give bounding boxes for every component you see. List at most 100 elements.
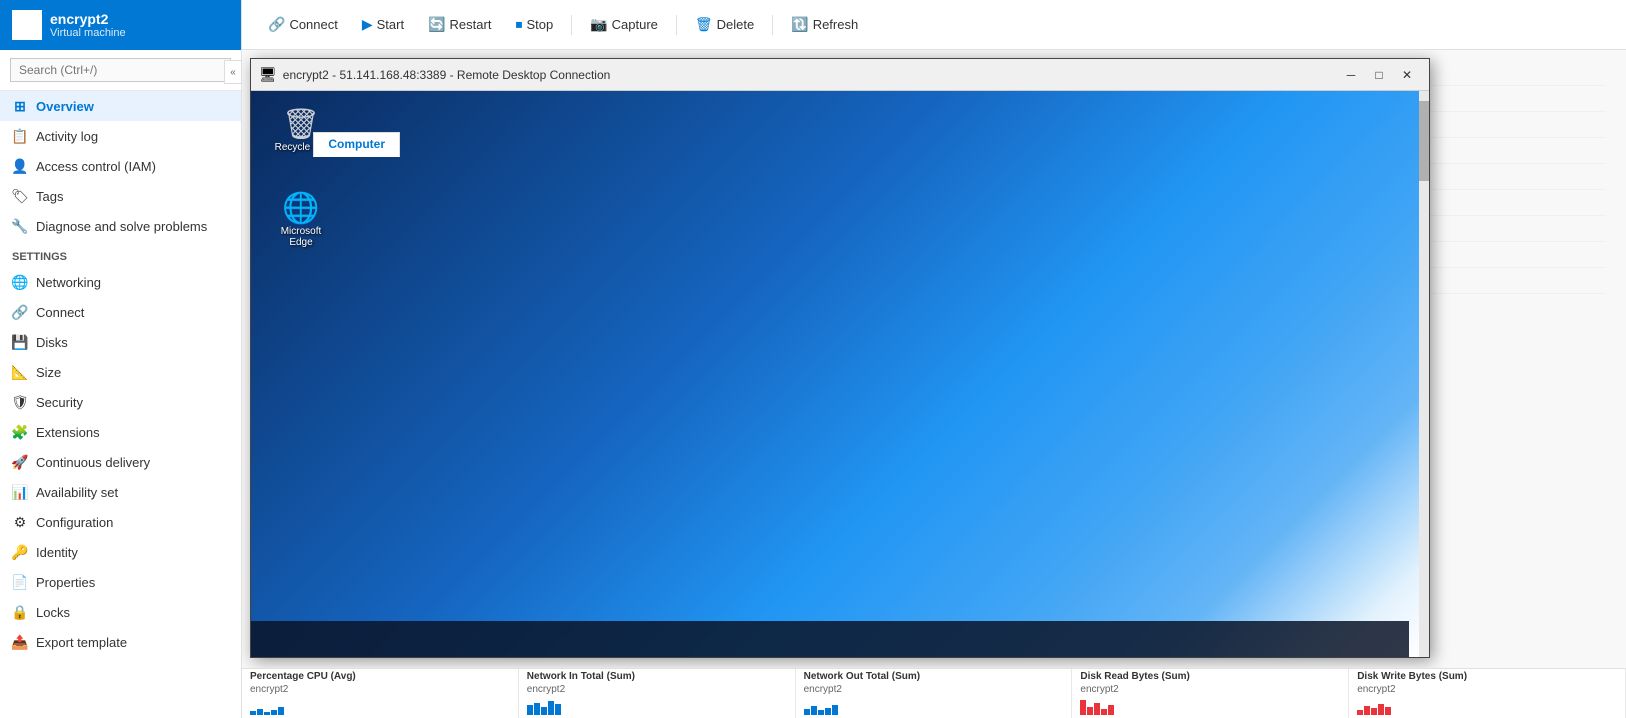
sidebar-item-diagnose[interactable]: 🔧 Diagnose and solve problems (0, 211, 241, 241)
sidebar-item-label-identity: Identity (36, 545, 78, 560)
diagnose-icon: 🔧 (12, 218, 28, 234)
restart-label: Restart (450, 17, 492, 32)
restart-button[interactable]: 🔄 Restart (418, 10, 501, 39)
sidebar-item-tags[interactable]: 🏷 Tags (0, 181, 241, 211)
edge-label: Microsoft Edge (271, 226, 331, 248)
sidebar-item-label-networking: Networking (36, 275, 101, 290)
net-in-bars (527, 695, 787, 715)
sidebar-item-availability-set[interactable]: 📊 Availability set (0, 477, 241, 507)
rdp-window-buttons: ─ □ ✕ (1337, 61, 1421, 89)
chart-bar-area: Percentage CPU (Avg) encrypt2 Network In… (242, 668, 1626, 718)
sidebar-item-extensions[interactable]: 🧩 Extensions (0, 417, 241, 447)
sidebar-item-label-connect: Connect (36, 305, 84, 320)
chart-section-disk-write: Disk Write Bytes (Sum) encrypt2 (1349, 669, 1626, 718)
delete-label: Delete (717, 17, 755, 32)
security-icon: 🛡 (12, 394, 28, 410)
edge-icon-desktop: 🌐 Microsoft Edge (271, 191, 331, 248)
vm-icon: 🖥 (12, 10, 42, 40)
sidebar-item-iam[interactable]: 👤 Access control (IAM) (0, 151, 241, 181)
stop-button[interactable]: ⏹ Stop (505, 10, 563, 39)
settings-section-label: Settings (0, 241, 241, 267)
networking-icon: 🌐 (12, 274, 28, 290)
capture-button[interactable]: 📷 Capture (580, 10, 668, 39)
configuration-icon: ⚙ (12, 514, 28, 530)
availability-icon: 📊 (12, 484, 28, 500)
sidebar-item-activity-log[interactable]: 📋 Activity log (0, 121, 241, 151)
rdp-titlebar: 🖥 encrypt2 - 51.141.168.48:3389 - Remote… (251, 59, 1429, 91)
sidebar-item-configuration[interactable]: ⚙ Configuration (0, 507, 241, 537)
toolbar-sep-1 (571, 15, 572, 35)
sidebar-search-container (0, 50, 241, 91)
connect-label: Connect (289, 17, 337, 32)
stop-icon: ⏹ (515, 16, 522, 33)
sidebar-item-label-tags: Tags (36, 189, 63, 204)
activity-log-icon: 📋 (12, 128, 28, 144)
sidebar-item-locks[interactable]: 🔒 Locks (0, 597, 241, 627)
toolbar: 🔗 Connect ▶ Start 🔄 Restart ⏹ Stop 📷 Cap… (242, 0, 1626, 50)
rdp-scroll-thumb (1419, 101, 1429, 181)
sidebar-item-export-template[interactable]: 📤 Export template (0, 627, 241, 657)
sidebar-item-continuous-delivery[interactable]: 🚀 Continuous delivery (0, 447, 241, 477)
sidebar-item-networking[interactable]: 🌐 Networking (0, 267, 241, 297)
net-out-sub: encrypt2 (804, 684, 1064, 695)
sidebar-item-overview[interactable]: ⊞ Overview (0, 91, 241, 121)
sidebar-item-label-iam: Access control (IAM) (36, 159, 156, 174)
main-area: 🔗 Connect ▶ Start 🔄 Restart ⏹ Stop 📷 Cap… (242, 0, 1626, 718)
sidebar-item-security[interactable]: 🛡 Security (0, 387, 241, 417)
rdp-taskbar (251, 621, 1409, 657)
ribbon-tab-computer[interactable]: Computer (313, 132, 400, 157)
rdp-titlebar-icon: 🖥 (259, 66, 277, 83)
rdp-minimize-button[interactable]: ─ (1337, 61, 1365, 89)
overview-icon: ⊞ (12, 98, 28, 114)
rdp-title: encrypt2 - 51.141.168.48:3389 - Remote D… (283, 68, 1331, 82)
toolbar-sep-3 (772, 15, 773, 35)
locks-icon: 🔒 (12, 604, 28, 620)
disk-write-bars (1357, 695, 1617, 715)
sidebar-item-label-availability: Availability set (36, 485, 118, 500)
disk-write-title: Disk Write Bytes (Sum) (1357, 671, 1617, 682)
sidebar-item-label-disks: Disks (36, 335, 68, 350)
start-icon: ▶ (362, 16, 373, 33)
iam-icon: 👤 (12, 158, 28, 174)
chart-section-net-in: Network In Total (Sum) encrypt2 (519, 669, 796, 718)
chart-section-net-out: Network Out Total (Sum) encrypt2 (796, 669, 1073, 718)
rdp-close-button[interactable]: ✕ (1393, 61, 1421, 89)
delete-button[interactable]: 🗑 Delete (685, 10, 764, 39)
cpu-chart-sub: encrypt2 (250, 684, 510, 695)
sidebar-item-properties[interactable]: 📄 Properties (0, 567, 241, 597)
sidebar: 🖥 encrypt2 Virtual machine ⊞ Overview 📋 … (0, 0, 242, 718)
sidebar-item-connect[interactable]: 🔗 Connect (0, 297, 241, 327)
tags-icon: 🏷 (12, 188, 28, 204)
connect-icon: 🔗 (12, 304, 28, 320)
vm-subtitle: Virtual machine (50, 27, 126, 39)
delete-icon: 🗑 (695, 16, 713, 33)
disk-read-bars (1080, 695, 1340, 715)
rdp-maximize-button[interactable]: □ (1365, 61, 1393, 89)
sidebar-item-label-security: Security (36, 395, 83, 410)
sidebar-item-size[interactable]: 📐 Size (0, 357, 241, 387)
sidebar-item-label-properties: Properties (36, 575, 95, 590)
restart-icon: 🔄 (428, 16, 445, 33)
net-out-bars (804, 695, 1064, 715)
cd-icon: 🚀 (12, 454, 28, 470)
sidebar-header: 🖥 encrypt2 Virtual machine (0, 0, 241, 50)
export-icon: 📤 (12, 634, 28, 650)
chart-section-cpu: Percentage CPU (Avg) encrypt2 (242, 669, 519, 718)
start-button[interactable]: ▶ Start (352, 10, 414, 39)
sidebar-item-identity[interactable]: 🔑 Identity (0, 537, 241, 567)
vm-name: encrypt2 (50, 11, 126, 27)
sidebar-item-disks[interactable]: 💾 Disks (0, 327, 241, 357)
connect-button[interactable]: 🔗 Connect (258, 10, 348, 39)
sidebar-item-label-overview: Overview (36, 99, 94, 114)
stop-label: Stop (526, 17, 553, 32)
disks-icon: 💾 (12, 334, 28, 350)
sidebar-item-label-activity-log: Activity log (36, 129, 98, 144)
rdp-scrollbar[interactable] (1419, 91, 1429, 657)
sidebar-nav: ⊞ Overview 📋 Activity log 👤 Access contr… (0, 91, 241, 718)
sidebar-item-label-extensions: Extensions (36, 425, 100, 440)
properties-icon: 📄 (12, 574, 28, 590)
sidebar-search-input[interactable] (10, 58, 231, 82)
sidebar-collapse-button[interactable]: « (224, 60, 242, 84)
refresh-button[interactable]: 🔃 Refresh (781, 10, 868, 39)
rdp-window: 🗑 Recycle Bin 🌐 Microsoft Edge 🖥 encrypt… (250, 58, 1430, 658)
